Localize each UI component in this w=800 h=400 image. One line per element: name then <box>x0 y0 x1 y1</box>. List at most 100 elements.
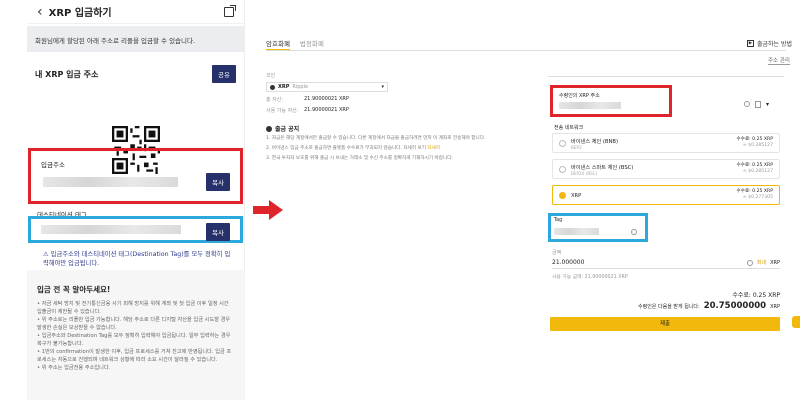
network-fee-usd: ≈ $0.285127 <box>742 169 773 175</box>
receive-label: 수령인은 다음을 받게 됩니다: <box>638 304 700 310</box>
list-item: • 위 주소로는 리플만 입금 가능합니다. 해당 주소로 다른 디지털 자산을… <box>37 317 231 331</box>
list-item: • 입금주소와 Destination Tag를 모두 정확히 입력해야 입금됩… <box>37 333 231 347</box>
chevron-down-icon: ▾ <box>381 84 384 90</box>
tag-box: Tag <box>548 213 648 242</box>
address-icons: ▾ <box>744 101 769 108</box>
submit-button[interactable]: 제출 <box>550 317 780 331</box>
xrp-coin-icon <box>270 84 275 90</box>
coin-subname: Ripple <box>292 84 309 90</box>
copy-tag-button[interactable]: 복사 <box>206 223 230 241</box>
network-fee-value: 수수료: 0.25 XRP <box>736 137 774 142</box>
radio-icon <box>559 166 566 173</box>
network-option-bsc[interactable]: 바이낸스 스마트 체인 (BSC) BEP20 (BSC) 수수료: 0.25 … <box>552 159 780 179</box>
radio-icon <box>559 140 566 147</box>
withdraw-notice-text: 2. 바이낸스 입금 주소로 출금하면 플랫폼 수수료가 부과되지 않습니다. … <box>266 145 426 151</box>
coin-info-column: 코인 XRP Ripple ▾ 총 자산: 21.90000021 XRP 사용… <box>266 72 516 163</box>
network-option-xrp[interactable]: XRP 수수료: 0.25 XRP ≈ $0.277305 <box>552 185 780 205</box>
withdraw-notice-item: 3. 한국 투자자 보호를 위해 출금 시 보내는 거래소 및 수신 주소를 정… <box>266 155 453 161</box>
tag-input[interactable] <box>554 228 599 235</box>
deposit-address-box: 입금주소 복사 <box>28 148 243 204</box>
share-button[interactable]: 공유 <box>212 65 236 83</box>
address-book-icon[interactable] <box>755 101 761 108</box>
video-icon: ▶ <box>746 40 754 47</box>
warning-icon: ⚠ <box>43 251 49 258</box>
how-to-withdraw-label: 출금하는 방법 <box>756 41 792 48</box>
notice-more-link[interactable]: 자세히 <box>427 146 440 151</box>
total-balance-label: 총 자산: <box>266 97 284 103</box>
available-balance-row: 사용 가능 자산: 21.90000021 XRP <box>266 107 516 114</box>
clear-icon[interactable] <box>746 259 753 266</box>
how-to-withdraw-link[interactable]: ▶ 출금하는 방법 <box>746 39 792 48</box>
mobile-header: ‹ XRP 입금하기 <box>27 0 244 24</box>
network-name: XRP <box>571 193 582 199</box>
web-withdraw-panel: 암호화폐 법정화폐 ▶ 출금하는 방법 주소 관리 코인 XRP Ripple … <box>258 30 800 380</box>
network-fee-usd: ≈ $0.277305 <box>742 195 773 201</box>
page-title: XRP 입금하기 <box>48 8 112 19</box>
back-chevron-icon[interactable]: ‹ <box>37 4 43 20</box>
address-section-label: 내 XRP 입금 주소 <box>35 69 99 79</box>
amount-input[interactable]: 21.000000 최대 XRP <box>552 257 780 269</box>
network-label: 전송 네트워크 <box>554 125 584 131</box>
address-section-header: 내 XRP 입금 주소 공유 <box>27 62 244 86</box>
network-fee: 수수료: 0.25 XRP ≈ $0.277305 <box>737 189 774 202</box>
network-sub: BEP20 (BSC) <box>571 171 598 176</box>
recipient-address-label: 수령인의 XRP 주소 <box>559 93 600 99</box>
amount-label: 금액 <box>552 250 562 256</box>
tab-divider <box>266 50 786 51</box>
receive-amount: 20.75000000 <box>703 301 767 311</box>
mobile-deposit-panel: ‹ XRP 입금하기 회원님에게 할당된 아래 주소로 리플을 입금할 수 있습… <box>27 0 245 400</box>
network-sub: BEP2 <box>571 145 582 150</box>
fee-line: 수수료: 0.25 XRP <box>732 292 780 299</box>
withdraw-notice-item: 2. 바이낸스 입금 주소로 출금하면 플랫폼 수수료가 부과되지 않습니다. … <box>266 146 516 153</box>
copy-address-button[interactable]: 복사 <box>206 173 230 191</box>
withdraw-notice-item: 1. 자금은 해당 계정에서만 출금할 수 있습니다. 다른 계정에서 자금을 … <box>266 136 486 141</box>
tag-label: Tag <box>554 218 563 223</box>
info-icon <box>266 125 272 132</box>
warning-text: 입금주소와 데스티네이션 태그(Destination Tag)를 모두 정확히… <box>43 251 231 268</box>
amount-unit: XRP <box>770 259 780 266</box>
before-deposit-section: 입금 전 꼭 알아두세요! • 자금 세탁 방지 및 전기통신금융 사기 피해 … <box>27 270 245 400</box>
share-icon[interactable] <box>224 4 236 17</box>
chat-support-tab[interactable] <box>792 316 800 328</box>
network-name: 바이낸스 체인 (BNB) <box>571 139 618 145</box>
network-fee-usd: ≈ $0.285127 <box>742 143 773 149</box>
deposit-address-value-blurred <box>43 177 178 187</box>
clear-icon[interactable] <box>744 101 750 107</box>
list-item: • 1번의 confirmation이 발생한 이후, 입금 프로세스를 거쳐 … <box>37 349 232 363</box>
list-item: • 위 주소는 입금전용 주소입니다. <box>37 365 111 372</box>
coin-name: XRP <box>278 84 290 90</box>
max-button[interactable]: 최대 <box>757 259 766 266</box>
list-item: • 자금 세탁 방지 및 전기통신금융 사기 피해 방지를 위해 계좌 및 첫 … <box>37 301 229 315</box>
withdraw-notice-heading: 출금 공지 <box>266 124 516 133</box>
available-balance-label: 사용 가능 자산: <box>266 108 299 114</box>
receive-unit: XRP <box>770 304 780 310</box>
network-fee-value: 수수료: 0.25 XRP <box>736 163 774 168</box>
total-balance-value: 21.90000021 XRP <box>304 96 349 102</box>
network-name: 바이낸스 스마트 체인 (BSC) <box>571 165 634 171</box>
receive-amount-row: 수령인은 다음을 받게 됩니다: 20.75000000 XRP <box>638 301 780 311</box>
network-option-bnb[interactable]: 바이낸스 체인 (BNB) BEP2 수수료: 0.25 XRP ≈ $0.285… <box>552 133 780 153</box>
before-deposit-heading: 입금 전 꼭 알아두세요! <box>37 285 111 294</box>
recipient-address-box: 수령인의 XRP 주소 <box>550 85 672 117</box>
total-balance-row: 총 자산: 21.90000021 XRP <box>266 96 516 103</box>
coin-select[interactable]: XRP Ripple ▾ <box>266 82 388 92</box>
destination-tag-value-blurred <box>41 225 181 234</box>
warning-message: ⚠ 입금주소와 데스티네이션 태그(Destination Tag)를 모두 정확… <box>43 250 233 269</box>
available-amount: 사용 가능 금액: 21.90000021 XRP <box>552 275 628 280</box>
withdraw-notice-title: 출금 공지 <box>275 126 300 133</box>
available-balance-value: 21.90000021 XRP <box>304 107 349 113</box>
address-management-link[interactable]: 주소 관리 <box>768 56 790 65</box>
network-fee-value: 수수료: 0.25 XRP <box>736 189 774 194</box>
coin-label: 코인 <box>266 73 276 79</box>
network-fee: 수수료: 0.25 XRP ≈ $0.285127 <box>737 163 774 176</box>
recipient-address-input[interactable] <box>559 102 621 109</box>
radio-checked-icon <box>559 192 566 199</box>
notice-banner: 회원님에게 할당된 아래 주소로 리플을 입금할 수 있습니다. <box>27 26 244 52</box>
destination-tag-box: 복사 <box>28 216 243 243</box>
deposit-address-label: 입금주소 <box>41 161 65 169</box>
clear-icon[interactable] <box>631 229 637 235</box>
amount-value: 21.000000 <box>552 259 585 266</box>
chevron-down-icon[interactable]: ▾ <box>766 101 769 108</box>
withdraw-form: 수령인의 XRP 주소 ▾ 전송 네트워크 바이낸스 체인 (BNB) BEP2… <box>548 76 784 332</box>
network-fee: 수수료: 0.25 XRP ≈ $0.285127 <box>737 137 774 150</box>
